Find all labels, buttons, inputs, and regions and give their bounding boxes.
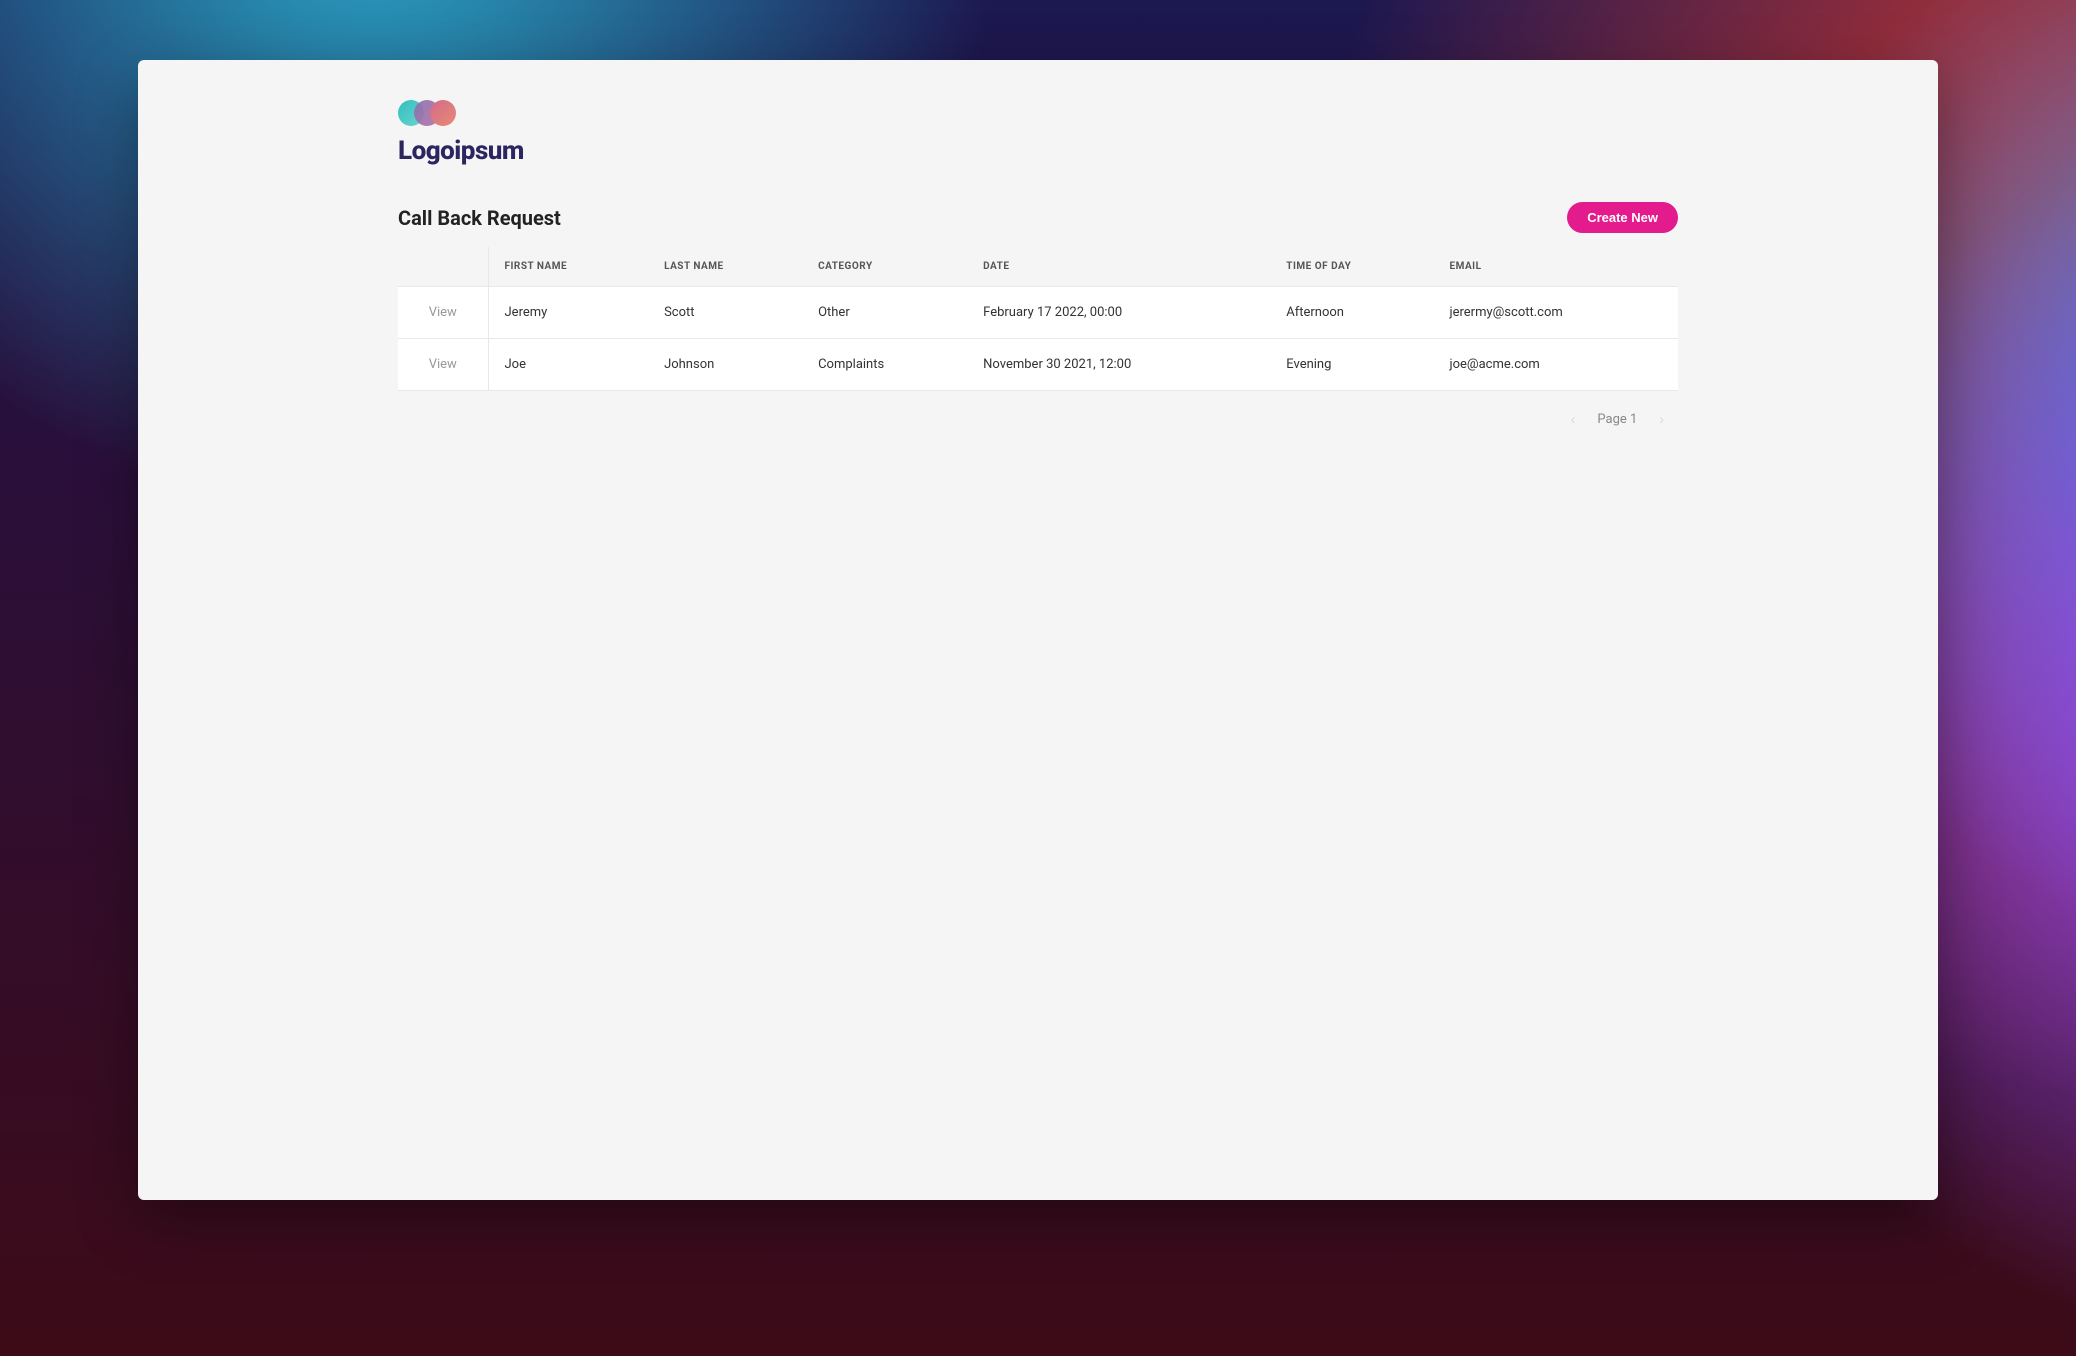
view-link[interactable]: View <box>429 305 457 320</box>
prev-page-button[interactable]: ‹ <box>1565 407 1582 431</box>
cell-first-name: Jeremy <box>488 287 648 339</box>
logo-icon <box>398 100 462 126</box>
app-window: Logoipsum Call Back Request Create New F… <box>138 60 1938 1200</box>
col-first-name: First Name <box>488 247 648 287</box>
view-link[interactable]: View <box>429 357 457 372</box>
table-row: View Joe Johnson Complaints November 30 … <box>398 339 1678 391</box>
cell-last-name: Scott <box>648 287 802 339</box>
col-email: Email <box>1434 247 1679 287</box>
table-header-row: First Name Last Name Category Date Time … <box>398 247 1678 287</box>
col-date: Date <box>967 247 1270 287</box>
cell-category: Complaints <box>802 339 967 391</box>
logo: Logoipsum <box>398 100 1678 166</box>
paginator: ‹ Page 1 › <box>398 391 1678 431</box>
cell-date: November 30 2021, 12:00 <box>967 339 1270 391</box>
callback-table: First Name Last Name Category Date Time … <box>398 247 1678 391</box>
table-row: View Jeremy Scott Other February 17 2022… <box>398 287 1678 339</box>
cell-time-of-day: Afternoon <box>1270 287 1433 339</box>
cell-first-name: Joe <box>488 339 648 391</box>
cell-last-name: Johnson <box>648 339 802 391</box>
col-time-of-day: Time of Day <box>1270 247 1433 287</box>
page-indicator: Page 1 <box>1597 412 1637 427</box>
cell-email: joe@acme.com <box>1434 339 1679 391</box>
logo-text: Logoipsum <box>398 136 1678 166</box>
cell-category: Other <box>802 287 967 339</box>
col-last-name: Last Name <box>648 247 802 287</box>
next-page-button[interactable]: › <box>1653 407 1670 431</box>
cell-email: jerermy@scott.com <box>1434 287 1679 339</box>
col-view <box>398 247 488 287</box>
page-title: Call Back Request <box>398 206 561 230</box>
col-category: Category <box>802 247 967 287</box>
page-header: Call Back Request Create New <box>398 202 1678 233</box>
chevron-right-icon: › <box>1659 411 1664 427</box>
chevron-left-icon: ‹ <box>1571 411 1576 427</box>
content-container: Logoipsum Call Back Request Create New F… <box>398 100 1678 431</box>
create-new-button[interactable]: Create New <box>1567 202 1678 233</box>
cell-date: February 17 2022, 00:00 <box>967 287 1270 339</box>
cell-time-of-day: Evening <box>1270 339 1433 391</box>
